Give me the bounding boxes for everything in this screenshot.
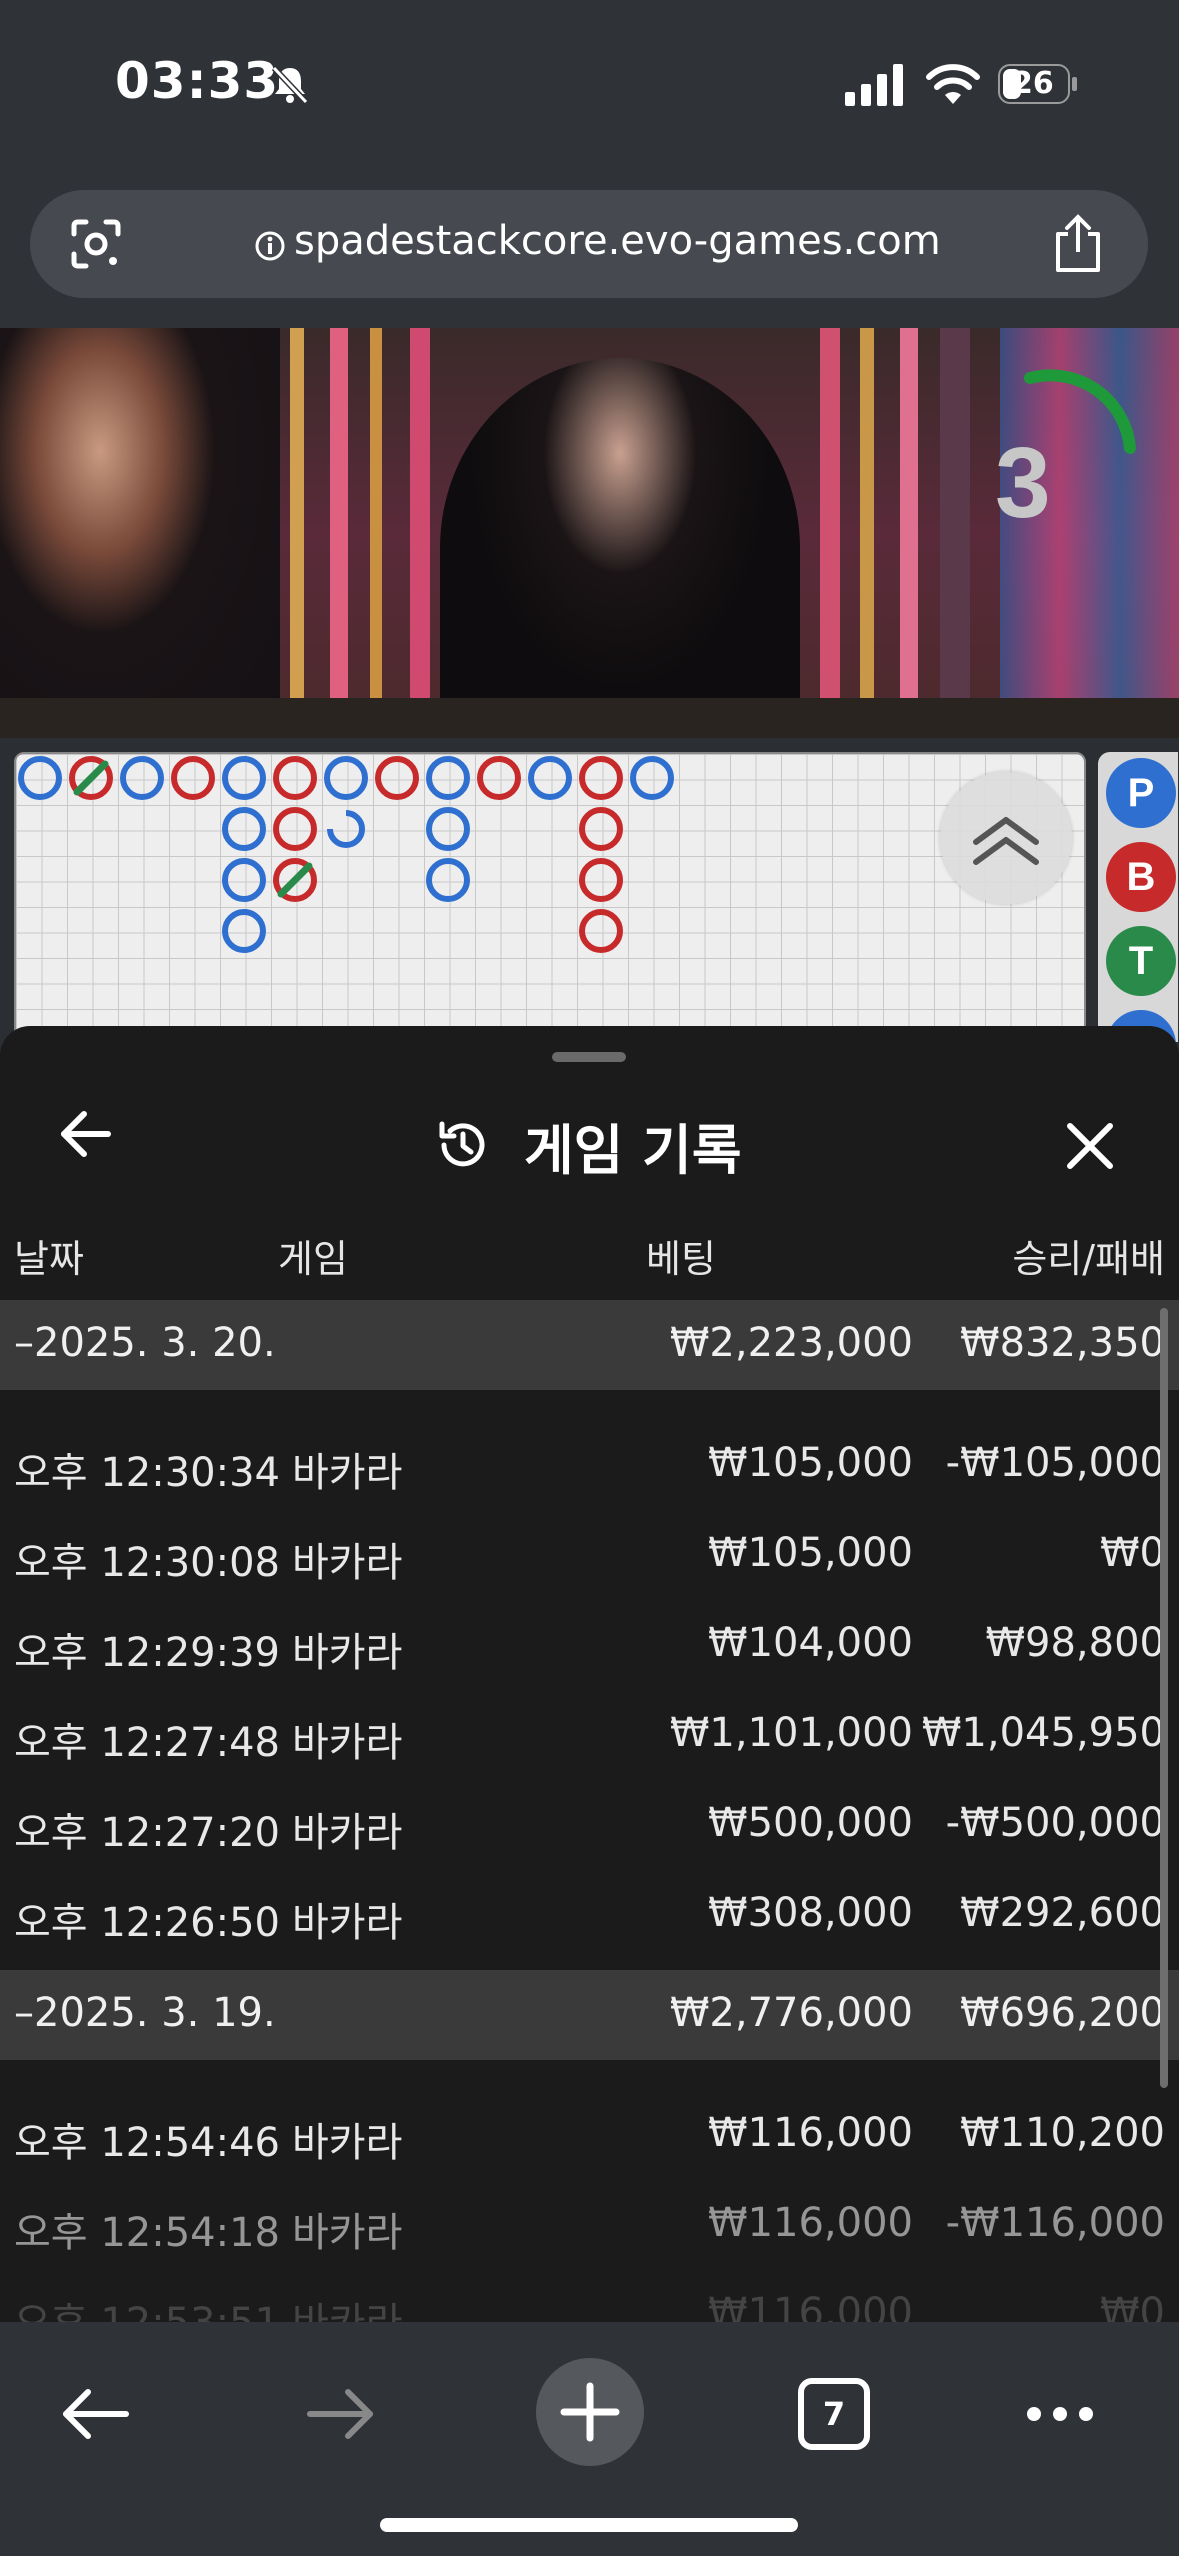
tab-switcher-button[interactable]: 7 <box>798 2378 870 2450</box>
browser-toolbar: 7 <box>0 2322 1179 2556</box>
history-row[interactable]: 오후 12:54:18 바카라 ₩116,000 -₩116,000 <box>0 2170 1179 2260</box>
sheet-grabber[interactable] <box>552 1052 626 1062</box>
road-bead <box>630 756 674 800</box>
live-dealer-video: 3 <box>0 328 1179 738</box>
browser-back-icon[interactable] <box>58 2384 132 2444</box>
battery-icon: 26 <box>998 64 1078 104</box>
home-indicator <box>380 2518 798 2532</box>
road-bead <box>222 858 266 902</box>
road-bead <box>222 756 266 800</box>
tie-slash <box>277 862 313 898</box>
wifi-icon <box>926 64 980 104</box>
history-row[interactable]: 오후 12:27:48 바카라 ₩1,101,000 ₩1,045,950 <box>0 1680 1179 1770</box>
history-row[interactable]: 오후 12:53:51 바카라 ₩116,000 ₩0 <box>0 2260 1179 2322</box>
browser-address-bar: spadestackcore.evo-games.com <box>0 170 1179 328</box>
road-bead <box>579 807 623 851</box>
road-bead <box>477 756 521 800</box>
table-edge <box>0 698 1179 738</box>
history-list: –2025. 3. 20. ₩2,223,000 ₩832,350 오후 12:… <box>0 1300 1179 2322</box>
history-row[interactable]: 오후 12:26:50 바카라 ₩308,000 ₩292,600 <box>0 1860 1179 1950</box>
history-row[interactable]: 오후 12:54:46 바카라 ₩116,000 ₩110,200 <box>0 2080 1179 2170</box>
browser-forward-icon[interactable] <box>304 2384 378 2444</box>
battery-level: 26 <box>1012 66 1054 101</box>
status-time: 03:33 <box>115 52 280 110</box>
more-options-icon[interactable] <box>1024 2402 1096 2426</box>
dealer-left <box>0 328 280 738</box>
road-marks <box>18 756 674 953</box>
history-row[interactable]: 오후 12:29:39 바카라 ₩104,000 ₩98,800 <box>0 1590 1179 1680</box>
road-bead <box>579 756 623 800</box>
ask-road-legend: P B T P <box>1098 752 1178 1080</box>
road-bead <box>18 756 62 800</box>
road-bead <box>222 807 266 851</box>
url-text: spadestackcore.evo-games.com <box>294 218 941 264</box>
road-bead <box>375 756 419 800</box>
road-bead <box>426 858 470 902</box>
road-bead <box>273 756 317 800</box>
road-bead <box>426 807 470 851</box>
road-bead <box>426 756 470 800</box>
column-bet: 베팅 <box>646 1237 716 1281</box>
banker-ask-button[interactable]: B <box>1106 842 1176 912</box>
road-bead-partial <box>327 810 365 848</box>
cellular-signal-icon <box>845 64 903 106</box>
google-lens-icon[interactable] <box>66 214 126 274</box>
bell-off-icon <box>271 65 309 105</box>
road-bead <box>528 756 572 800</box>
tie-slash <box>73 760 109 796</box>
road-bead <box>171 756 215 800</box>
url-field[interactable]: spadestackcore.evo-games.com <box>30 190 1148 298</box>
game-history-sheet: 게임 기록 날짜 게임 베팅 승리/패배 –2025. 3. 20. ₩2,22… <box>0 1026 1179 2322</box>
date-group-header[interactable]: –2025. 3. 19. ₩2,776,000 ₩696,200 <box>0 1970 1179 2060</box>
double-chevron-up-icon <box>973 817 1039 865</box>
column-winloss: 승리/패배 <box>1012 1237 1165 1281</box>
road-bead <box>579 909 623 953</box>
player-ask-button[interactable]: P <box>1106 758 1176 828</box>
column-game: 게임 <box>278 1237 348 1281</box>
status-bar: 03:33 26 <box>0 0 1179 170</box>
history-row[interactable]: 오후 12:30:34 바카라 ₩105,000 -₩105,000 <box>0 1410 1179 1500</box>
road-bead <box>273 807 317 851</box>
collapse-roadmap-button[interactable] <box>940 772 1072 904</box>
history-row[interactable]: 오후 12:27:20 바카라 ₩500,000 -₩500,000 <box>0 1770 1179 1860</box>
history-scrollbar[interactable] <box>1160 1308 1168 2088</box>
road-bead <box>120 756 164 800</box>
road-bead <box>579 858 623 902</box>
share-icon[interactable] <box>1048 212 1108 276</box>
countdown-number: 3 <box>995 427 1051 539</box>
sheet-title: 게임 기록 <box>524 1119 742 1182</box>
close-icon[interactable] <box>1062 1118 1118 1174</box>
column-date: 날짜 <box>14 1237 84 1281</box>
road-bead <box>222 909 266 953</box>
site-info-icon[interactable] <box>254 230 286 262</box>
dealer-center <box>440 358 800 738</box>
history-row[interactable]: 오후 12:30:08 바카라 ₩105,000 ₩0 <box>0 1500 1179 1590</box>
history-icon <box>439 1121 485 1167</box>
back-arrow-icon[interactable] <box>56 1104 116 1164</box>
date-group-header[interactable]: –2025. 3. 20. ₩2,223,000 ₩832,350 <box>0 1300 1179 1390</box>
tie-ask-button[interactable]: T <box>1106 926 1176 996</box>
new-tab-button[interactable] <box>536 2358 644 2466</box>
plus-icon <box>560 2382 620 2442</box>
road-bead <box>324 756 368 800</box>
